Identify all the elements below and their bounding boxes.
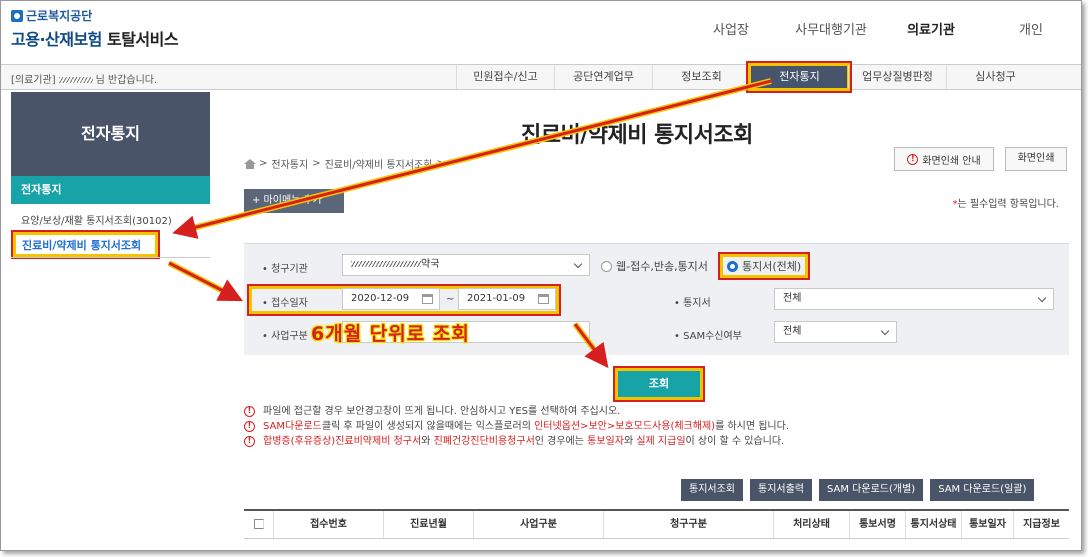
service-name: 고용·산재보험 토탈서비스 bbox=[11, 30, 179, 49]
menu-e-notice[interactable]: 전자통지 bbox=[748, 63, 850, 91]
alert-icon: ! bbox=[244, 436, 255, 447]
radio-web-dot[interactable] bbox=[601, 260, 612, 272]
sidebar-item-fee-notice[interactable]: 진료비/약제비 통지서조회 bbox=[13, 232, 158, 257]
menu-civil[interactable]: 민원접수/신고 bbox=[456, 65, 554, 89]
sam-download-single-button[interactable]: SAM 다운로드(개별) bbox=[819, 479, 924, 501]
add-my-menu-button[interactable]: + 마이메뉴 추가 bbox=[244, 189, 344, 213]
column-header[interactable]: 통지서상태 bbox=[906, 511, 962, 538]
agency-label: • 청구기관 bbox=[262, 264, 308, 275]
logo-mark-icon bbox=[11, 9, 23, 22]
print-button[interactable]: 화면인쇄 bbox=[1005, 147, 1067, 171]
note-item: ! 파일에 접근할 경우 보안경고창이 뜨게 됩니다. 안심하시고 YES를 선… bbox=[244, 404, 789, 419]
menu-appeal[interactable]: 심사청구 bbox=[946, 65, 1044, 89]
notice-search-button[interactable]: 통지서조회 bbox=[681, 479, 743, 501]
alert-icon: ! bbox=[244, 406, 255, 417]
date-to-input[interactable]: 2021-01-09 bbox=[458, 288, 556, 310]
radio-web[interactable]: 웹-접수,반송,통지서 bbox=[601, 258, 708, 274]
sidebar-section[interactable]: 전자통지 bbox=[11, 176, 210, 204]
logo[interactable]: 근로복지공단 고용·산재보험 토탈서비스 bbox=[11, 7, 179, 50]
top-nav: 사업장 사무대행기관 의료기관 개인 bbox=[681, 19, 1081, 38]
notice-select[interactable]: 전체 bbox=[774, 288, 1054, 310]
arrow-sidebar-to-date bbox=[167, 260, 244, 302]
sam-label: • SAM수신여부 bbox=[674, 331, 742, 342]
calendar-icon[interactable] bbox=[422, 294, 433, 304]
date-from-input[interactable]: 2020-12-09 bbox=[342, 288, 440, 310]
alert-icon: ! bbox=[244, 421, 255, 432]
sidebar-divider bbox=[11, 257, 210, 258]
column-header[interactable]: 진료년월 bbox=[384, 511, 474, 538]
sam-select[interactable]: 전체 bbox=[774, 321, 897, 343]
column-header[interactable]: 접수번호 bbox=[274, 511, 384, 538]
masked-agency bbox=[351, 261, 421, 267]
menu-info[interactable]: 정보조회 bbox=[652, 65, 750, 89]
notes: ! 파일에 접근할 경우 보안경고창이 뜨게 됩니다. 안심하시고 YES를 선… bbox=[244, 404, 789, 449]
breadcrumb: > 전자통지 > 진료비/약제비 통지서조회 > bbox=[244, 156, 445, 171]
required-note: *는 필수입력 항목입니다. bbox=[952, 199, 1059, 210]
calendar-icon[interactable] bbox=[538, 294, 549, 304]
top-nav-medical[interactable]: 의료기관 bbox=[881, 19, 981, 38]
top-nav-agency[interactable]: 사무대행기관 bbox=[781, 19, 881, 38]
search-button[interactable]: 조회 bbox=[615, 368, 703, 400]
column-header[interactable]: 통보서명 bbox=[850, 511, 906, 538]
window-frame: 근로복지공단 고용·산재보험 토탈서비스 사업장 사무대행기관 의료기관 개인 … bbox=[0, 0, 1082, 551]
home-icon[interactable] bbox=[244, 158, 256, 169]
date-separator: ~ bbox=[446, 294, 455, 305]
annotation-text: 6개월 단위로 조회 bbox=[311, 323, 470, 345]
note-item: ! SAM다운로드클릭 후 파일이 생성되지 않을때에는 익스플로러의 인터넷옵… bbox=[244, 419, 789, 434]
top-nav-personal[interactable]: 개인 bbox=[981, 19, 1081, 38]
note-item: ! 합병증(후유증상)진료비약제비 청구서와 진폐건강진단비용청구서인 경우에는… bbox=[244, 434, 789, 449]
breadcrumb-item[interactable]: 전자통지 bbox=[271, 156, 308, 171]
masked-username bbox=[58, 77, 93, 83]
notice-print-button[interactable]: 통지서출력 bbox=[750, 479, 812, 501]
column-header[interactable]: 지급정보 bbox=[1014, 511, 1069, 538]
column-header[interactable]: 통보일자 bbox=[962, 511, 1014, 538]
alert-icon: ! bbox=[907, 153, 919, 165]
agency-select[interactable]: 약국 bbox=[342, 254, 590, 276]
action-buttons: 통지서조회 통지서출력 SAM 다운로드(개별) SAM 다운로드(일괄) bbox=[681, 479, 1035, 501]
radio-all[interactable]: 통지서(전체) bbox=[720, 254, 809, 278]
print-guide-button[interactable]: ! 화면인쇄 안내 bbox=[894, 147, 994, 171]
sam-download-all-button[interactable]: SAM 다운로드(일괄) bbox=[930, 479, 1035, 501]
biz-label: • 사업구분 bbox=[262, 331, 308, 342]
select-all-checkbox[interactable] bbox=[253, 519, 264, 529]
column-header[interactable]: 청구구분 bbox=[604, 511, 774, 538]
radio-all-dot[interactable] bbox=[727, 260, 738, 272]
sidebar-title: 전자통지 bbox=[11, 92, 210, 176]
menu-disease[interactable]: 업무상질병판정 bbox=[848, 65, 946, 89]
breadcrumb-item: 진료비/약제비 통지서조회 bbox=[324, 160, 433, 171]
sidebar-item-care-notice[interactable]: 요양/보상/재활 통지서조회(30102) bbox=[21, 212, 172, 227]
top-nav-business[interactable]: 사업장 bbox=[681, 19, 781, 38]
table-header: 접수번호 진료년월 사업구분 청구구분 처리상태 통보서명 통지서상태 통보일자… bbox=[244, 509, 1069, 539]
org-name: 근로복지공단 bbox=[26, 9, 93, 23]
date-label: • 접수일자 bbox=[262, 298, 308, 309]
main-menu: 민원접수/신고 공단연계업무 정보조회 전자통지 업무상질병판정 심사청구 bbox=[456, 63, 1044, 91]
column-header[interactable]: 처리상태 bbox=[774, 511, 850, 538]
page-title: 진료비/약제비 통지서조회 bbox=[521, 123, 753, 148]
notice-label: • 통지서 bbox=[674, 298, 711, 309]
select-all-cell bbox=[244, 511, 274, 538]
welcome-text: [의료기관] 님 반갑습니다. bbox=[11, 75, 158, 86]
menu-linked[interactable]: 공단연계업무 bbox=[554, 65, 652, 89]
column-header[interactable]: 사업구분 bbox=[474, 511, 604, 538]
sub-bar: [의료기관] 님 반갑습니다. 민원접수/신고 공단연계업무 정보조회 전자통지 … bbox=[1, 63, 1081, 91]
